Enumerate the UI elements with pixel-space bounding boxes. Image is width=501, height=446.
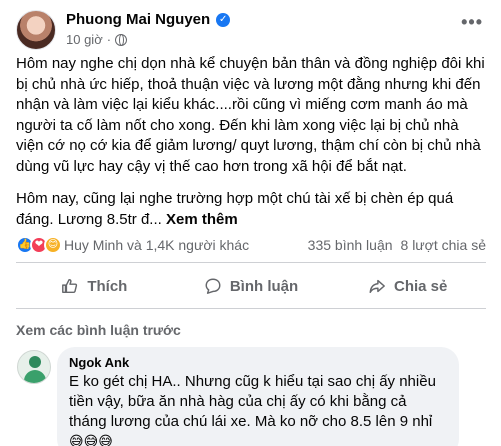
comment-bubble: Ngok Ank E ko gét chị HA.. Nhưng cũg k h… bbox=[57, 347, 459, 446]
comment-text: E ko gét chị HA.. Nhưng cũg k hiểu tại s… bbox=[69, 373, 436, 430]
thumbs-up-icon bbox=[62, 278, 78, 294]
share-count[interactable]: 8 lượt chia sẻ bbox=[401, 237, 486, 253]
share-label: Chia sẻ bbox=[394, 277, 448, 295]
comment-emojis: 😅😅😅 bbox=[69, 433, 113, 446]
like-label: Thích bbox=[87, 277, 128, 295]
post-time[interactable]: 10 giờ bbox=[66, 32, 103, 47]
post-stats: 👍 ❤ 😊 Huy Minh và 1,4K người khác 335 bì… bbox=[16, 235, 486, 255]
divider-top bbox=[16, 262, 486, 263]
comment-count[interactable]: 335 bình luận bbox=[308, 237, 393, 253]
comment-icon bbox=[205, 278, 221, 294]
author-avatar[interactable] bbox=[16, 10, 56, 50]
see-more-link[interactable]: Xem thêm bbox=[166, 211, 238, 228]
globe-icon bbox=[115, 33, 128, 46]
post-paragraph-2: Hôm nay, cũng lại nghe trường hợp một ch… bbox=[16, 189, 488, 230]
like-button[interactable]: Thích bbox=[16, 268, 173, 304]
comment-button[interactable]: Bình luận bbox=[173, 268, 330, 304]
stats-counts: 335 bình luận 8 lượt chia sẻ bbox=[308, 237, 486, 253]
comment-label: Bình luận bbox=[229, 277, 299, 295]
reactors-summary[interactable]: Huy Minh và 1,4K người khác bbox=[64, 237, 249, 253]
author-name[interactable]: Phuong Mai Nguyen bbox=[66, 11, 210, 28]
verified-badge-icon: ✓ bbox=[216, 12, 231, 27]
share-button[interactable]: Chia sẻ bbox=[329, 268, 486, 304]
post-body: Hôm nay nghe chị dọn nhà kể chuyện bản t… bbox=[16, 54, 488, 242]
reaction-icons[interactable]: 👍 ❤ 😊 bbox=[16, 236, 62, 254]
commenter-avatar[interactable] bbox=[17, 350, 51, 384]
share-icon bbox=[369, 279, 385, 294]
view-previous-comments-link[interactable]: Xem các bình luận trước bbox=[16, 322, 181, 338]
separator-dot: · bbox=[106, 32, 112, 47]
action-bar: Thích Bình luận Chia sẻ bbox=[16, 268, 486, 304]
commenter-name[interactable]: Ngok Ank bbox=[69, 355, 447, 370]
care-reaction-icon: 😊 bbox=[44, 236, 62, 254]
post-paragraph-1: Hôm nay nghe chị dọn nhà kể chuyện bản t… bbox=[16, 55, 485, 175]
more-options-button[interactable]: ••• bbox=[461, 12, 483, 33]
post-header: Phuong Mai Nguyen ✓ 10 giờ · ••• bbox=[0, 0, 501, 50]
divider-bottom bbox=[16, 308, 486, 309]
post-meta: 10 giờ · bbox=[66, 32, 128, 47]
author-row: Phuong Mai Nguyen ✓ bbox=[66, 11, 231, 28]
